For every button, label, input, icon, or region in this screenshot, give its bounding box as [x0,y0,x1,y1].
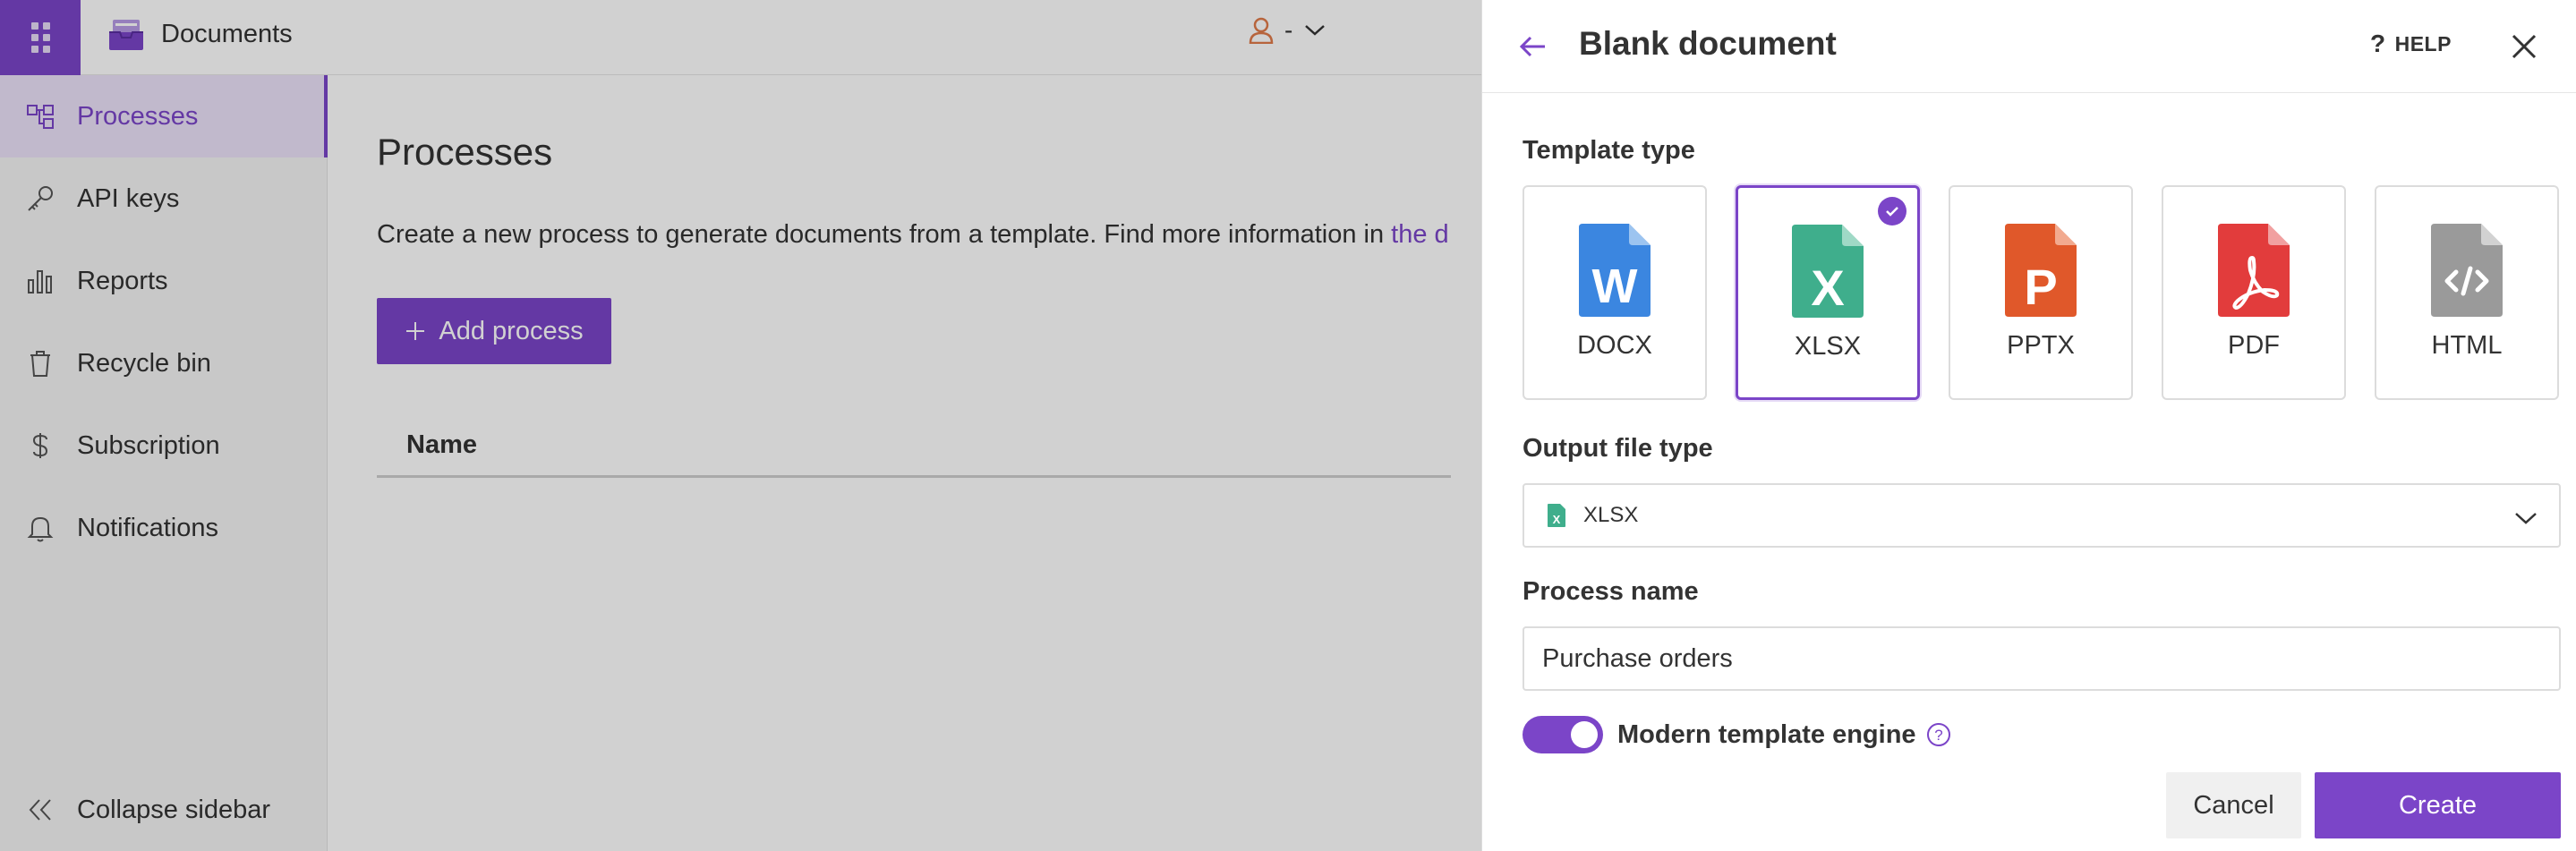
modal-backdrop[interactable] [0,0,1481,851]
question-circle-icon[interactable]: ? [1925,721,1952,748]
modern-engine-row: Modern template engine ? [1523,716,1952,753]
process-name-label: Process name [1523,577,1699,606]
question-icon: ? [2370,30,2386,57]
close-icon[interactable] [2504,27,2544,66]
powerpoint-file-icon: P [2005,224,2077,317]
chevron-down-icon [2515,513,2537,524]
create-button[interactable]: Create [2315,772,2561,838]
svg-text:?: ? [1934,727,1942,744]
panel-title: Blank document [1579,25,1837,62]
svg-text:X: X [1553,513,1561,526]
template-tile-docx[interactable]: W DOCX [1523,185,1707,400]
template-tile-label: XLSX [1794,332,1862,361]
modern-engine-toggle[interactable] [1523,716,1603,753]
output-file-type-select[interactable]: X XLSX [1523,483,2561,548]
template-tile-label: HTML [2431,331,2503,360]
template-tile-label: PDF [2228,331,2280,360]
process-name-input[interactable] [1523,626,2561,691]
word-file-icon: W [1579,224,1651,317]
template-tile-html[interactable]: HTML [2375,185,2559,400]
svg-text:X: X [1811,260,1844,316]
template-tile-xlsx[interactable]: X XLSX [1736,185,1920,400]
code-file-icon [2431,224,2503,317]
template-tile-pptx[interactable]: P PPTX [1949,185,2133,400]
back-arrow-icon[interactable] [1514,27,1554,66]
pdf-file-icon [2218,224,2290,317]
template-tile-pdf[interactable]: PDF [2162,185,2346,400]
template-type-label: Template type [1523,136,1695,165]
help-button[interactable]: ? HELP [2370,30,2452,58]
toggle-knob [1571,721,1598,748]
cancel-button[interactable]: Cancel [2166,772,2301,838]
help-label: HELP [2394,31,2452,55]
panel-header: Blank document ? HELP [1482,0,2576,93]
svg-text:W: W [1592,260,1638,313]
checkmark-icon [1878,197,1906,226]
template-tile-label: DOCX [1577,331,1652,360]
blank-document-panel: Blank document ? HELP Template type W DO… [1481,0,2576,851]
excel-file-icon: X [1792,225,1864,318]
svg-text:P: P [2024,259,2057,315]
output-file-type-label: Output file type [1523,434,1713,463]
template-tile-label: PPTX [2007,331,2075,360]
modern-engine-label: Modern template engine [1617,719,1916,749]
output-file-type-value: XLSX [1583,503,1639,527]
excel-file-icon: X [1548,504,1565,527]
